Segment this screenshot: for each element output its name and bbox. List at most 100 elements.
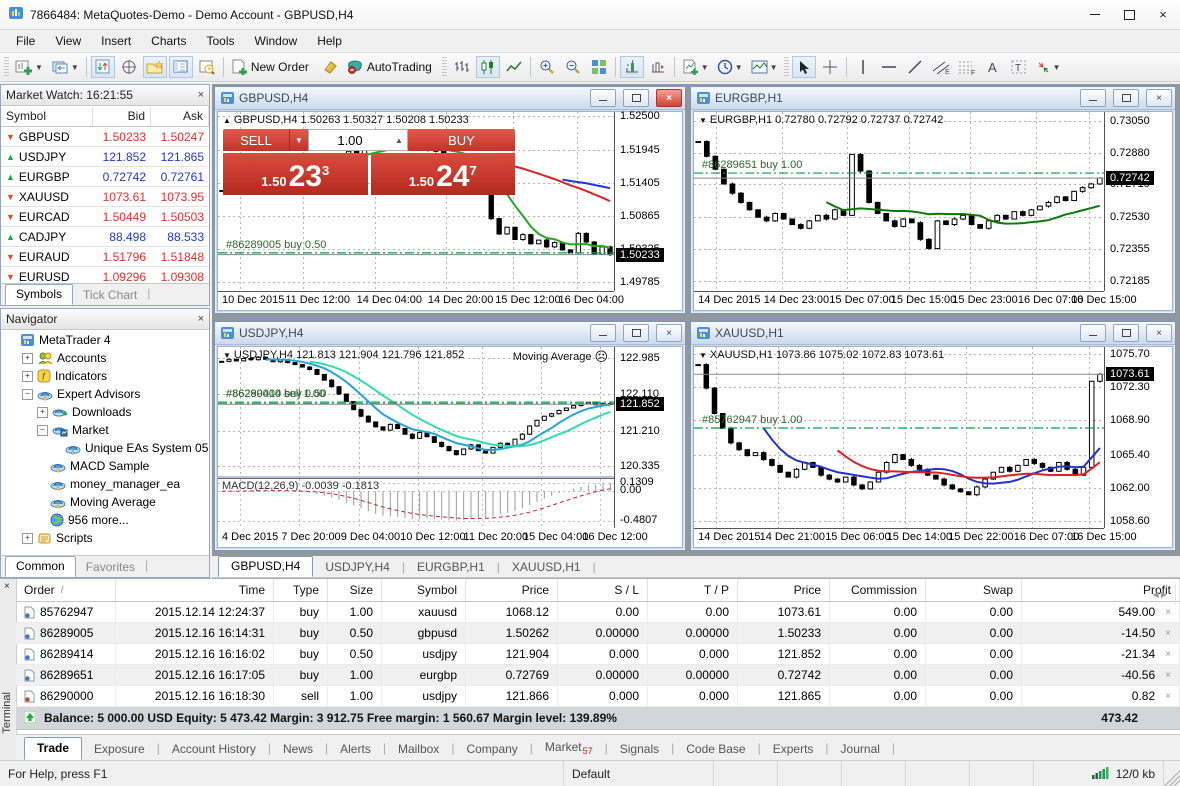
nav-item-indicators[interactable]: + f Indicators xyxy=(1,367,209,385)
horizontal-line-tool[interactable] xyxy=(877,56,901,78)
nav-item-scripts[interactable]: + Scripts xyxy=(1,529,209,547)
price-scale[interactable]: 0.730500.728800.727100.725300.723550.721… xyxy=(1104,112,1170,291)
terminal-tab-experts[interactable]: Experts xyxy=(761,739,826,760)
mw-row-cadjpy[interactable]: ▲ CADJPY 88.498 88.533 xyxy=(1,227,209,247)
quick-trade-toggle-icon[interactable]: ▼ xyxy=(699,351,707,360)
mw-col-bid[interactable]: Bid xyxy=(93,105,151,126)
zoom-in-button[interactable] xyxy=(535,56,559,78)
terminal-tab-alerts[interactable]: Alerts xyxy=(328,739,383,760)
indicators-button[interactable]: ▼ xyxy=(679,56,712,78)
close-order-icon[interactable]: × xyxy=(1165,670,1171,681)
price-scale[interactable]: 122.985 122.110 121.210 120.335 121.852 0.130… xyxy=(614,347,680,528)
macd-indicator-pane[interactable]: MACD(12,26,9) -0.0039 -0.1813 xyxy=(218,478,614,529)
tree-expander-icon[interactable]: − xyxy=(22,388,33,400)
chart-plot-area[interactable]: #85762947 buy 1.00 ▼ XAUUSD,H1 1073.86 107… xyxy=(694,347,1104,528)
chart-close-button[interactable]: × xyxy=(1146,89,1172,107)
col-header-size[interactable]: Size xyxy=(328,579,382,601)
vertical-line-tool[interactable] xyxy=(851,56,875,78)
sell-dropdown-icon[interactable]: ▼ xyxy=(289,129,308,151)
terminal-tab-code-base[interactable]: Code Base xyxy=(674,739,757,760)
tree-expander-icon[interactable]: − xyxy=(37,424,48,436)
chart-minimize-button[interactable] xyxy=(590,89,616,107)
terminal-tab-mailbox[interactable]: Mailbox xyxy=(386,739,451,760)
zoom-out-button[interactable] xyxy=(561,56,585,78)
close-order-icon[interactable]: × xyxy=(1165,628,1171,639)
chart-plot-area[interactable]: #86289414 buy 0.50 #86290000 sell 1.00 ▼ US… xyxy=(218,347,614,476)
buy-price-panel[interactable]: 1.50 24 7 xyxy=(370,153,515,195)
chart-tab-eurgbp-h1[interactable]: EURGBP,H1 xyxy=(405,558,497,577)
tree-expander-icon[interactable]: + xyxy=(22,532,33,544)
market-watch-close-icon[interactable]: × xyxy=(198,89,204,101)
chart-restore-button[interactable] xyxy=(623,324,649,342)
chart-close-button[interactable]: × xyxy=(656,89,682,107)
sell-price-panel[interactable]: 1.50 23 3 xyxy=(223,153,368,195)
chart-minimize-button[interactable] xyxy=(1080,324,1106,342)
col-header-type[interactable]: Type xyxy=(274,579,328,601)
chart-tab-xauusd-h1[interactable]: XAUUSD,H1 xyxy=(500,558,593,577)
mw-row-xauusd[interactable]: ▼ XAUUSD 1073.61 1073.95 xyxy=(1,187,209,207)
time-axis[interactable]: 10 Dec 2015 11 Dec 12:00 14 Dec 04:00 14 De… xyxy=(218,291,624,309)
chart-title-bar[interactable]: GBPUSD,H4 × xyxy=(215,87,685,110)
terminal-tab-trade[interactable]: Trade xyxy=(24,737,83,760)
resize-grip[interactable] xyxy=(1164,761,1180,786)
chart-minimize-button[interactable] xyxy=(1080,89,1106,107)
terminal-tab-news[interactable]: News xyxy=(271,739,325,760)
nav-item-money-manager-ea[interactable]: money_manager_ea xyxy=(1,475,209,493)
chart-tab-usdjpy-h4[interactable]: USDJPY,H4 xyxy=(313,558,401,577)
nav-tab-favorites[interactable]: Favorites xyxy=(76,558,145,577)
maximize-button[interactable] xyxy=(1112,1,1146,29)
mql5-chip-icon[interactable] xyxy=(318,56,342,78)
nav-item-unique-eas-system-05[interactable]: Unique EAs System 05 xyxy=(1,439,209,457)
chart-plot-area[interactable]: #86289005 buy 0.50 ▲ GBPUSD,H4 1.50263 1.5… xyxy=(218,112,614,291)
bar-chart-button[interactable] xyxy=(450,56,474,78)
col-header-symbol[interactable]: Symbol xyxy=(382,579,466,601)
chart-tab-gbpusd-h4[interactable]: GBPUSD,H4 xyxy=(218,556,314,577)
chart-plot-area[interactable]: #86289651 buy 1.00 ▼ EURGBP,H1 0.72780 0.7… xyxy=(694,112,1104,291)
nav-tab-common[interactable]: Common xyxy=(5,556,76,577)
navigator-close-icon[interactable]: × xyxy=(198,313,204,325)
quick-trade-toggle-icon[interactable]: ▼ xyxy=(699,116,707,125)
nav-item-metatrader-4[interactable]: MetaTrader 4 xyxy=(1,331,209,349)
chart-title-bar[interactable]: XAUUSD,H1 × xyxy=(691,322,1175,345)
tree-expander-icon[interactable]: + xyxy=(37,406,48,418)
terminal-close-icon[interactable]: × xyxy=(4,581,10,592)
col-header-s-l[interactable]: S / L xyxy=(558,579,648,601)
equidistant-channel-tool[interactable]: E xyxy=(929,56,953,78)
menu-window[interactable]: Window xyxy=(245,31,308,51)
buy-button[interactable]: BUY xyxy=(408,129,515,151)
chart-title-bar[interactable]: USDJPY,H4 × xyxy=(215,322,685,345)
sell-button[interactable]: SELL xyxy=(223,129,289,151)
terminal-toggle[interactable] xyxy=(168,56,193,78)
volume-input[interactable]: 1.00 ▲ xyxy=(308,129,408,151)
close-order-icon[interactable]: × xyxy=(1165,607,1171,618)
terminal-tab-account-history[interactable]: Account History xyxy=(160,739,268,760)
time-axis[interactable]: 14 Dec 2015 14 Dec 23:00 15 Dec 07:00 15 De… xyxy=(694,291,1137,309)
mw-row-euraud[interactable]: ▼ EURAUD 1.51796 1.51848 xyxy=(1,247,209,267)
nav-item-market[interactable]: − Market xyxy=(1,421,209,439)
status-profile[interactable]: Default xyxy=(564,761,714,786)
templates-button[interactable]: ▼ xyxy=(748,56,781,78)
crosshair-tool[interactable] xyxy=(818,56,842,78)
order-row-86289651[interactable]: 86289651 2015.12.16 16:17:05 buy 1.00 eurgbp… xyxy=(16,665,1180,686)
mw-row-eurgbp[interactable]: ▲ EURGBP 0.72742 0.72761 xyxy=(1,167,209,187)
mw-row-gbpusd[interactable]: ▼ GBPUSD 1.50233 1.50247 xyxy=(1,127,209,147)
chart-window-usdjpy[interactable]: USDJPY,H4 × #86289414 buy 0.50 #86290000 se… xyxy=(214,321,686,551)
menu-help[interactable]: Help xyxy=(307,31,352,51)
chart-restore-button[interactable] xyxy=(1113,324,1139,342)
periods-button[interactable]: ▼ xyxy=(714,56,746,78)
text-tool[interactable]: A xyxy=(981,56,1005,78)
chart-restore-button[interactable] xyxy=(1113,89,1139,107)
col-header-swap[interactable]: Swap xyxy=(926,579,1022,601)
arrows-tool[interactable]: ▼ xyxy=(1033,56,1064,78)
navigator-toggle[interactable] xyxy=(142,56,167,78)
close-order-icon[interactable]: × xyxy=(1165,649,1171,660)
volume-stepper-icon[interactable]: ▲ xyxy=(391,136,407,145)
chart-shift-toggle[interactable] xyxy=(646,56,670,78)
mw-tab-tick-chart[interactable]: Tick Chart xyxy=(73,286,147,305)
auto-scroll-toggle[interactable] xyxy=(619,56,644,78)
terminal-tab-company[interactable]: Company xyxy=(454,739,529,760)
mw-row-eurusd[interactable]: ▼ EURUSD 1.09296 1.09308 xyxy=(1,267,209,284)
new-order-button[interactable]: New Order xyxy=(228,56,316,78)
nav-item-956-more-[interactable]: 956 more... xyxy=(1,511,209,529)
trendline-tool[interactable] xyxy=(903,56,927,78)
